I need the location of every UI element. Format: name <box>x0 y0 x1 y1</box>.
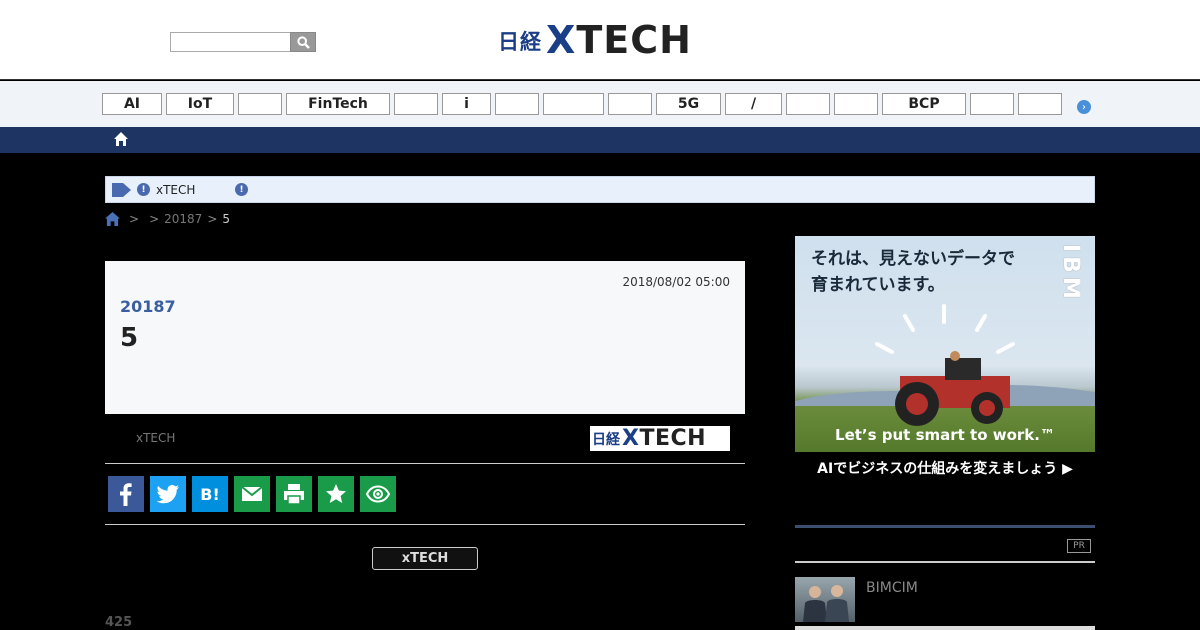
site-header: 日経 XTECH <box>0 0 1200 80</box>
category-tab[interactable] <box>543 93 604 115</box>
printer-icon <box>284 484 304 505</box>
search-input[interactable] <box>170 32 290 52</box>
home-bar <box>0 127 1200 153</box>
category-tab[interactable] <box>608 93 652 115</box>
chevron-right-icon[interactable]: › <box>1077 100 1091 114</box>
sidebar-item-title[interactable]: BIMCIM <box>866 580 918 596</box>
twitter-icon <box>156 485 179 504</box>
print-button[interactable] <box>276 476 312 512</box>
divider <box>105 524 745 525</box>
breadcrumb-separator: > <box>129 212 140 226</box>
advertisement-banner[interactable]: それは、見えないデータで 育まれています。 IBM Let’s put smar… <box>795 236 1095 486</box>
category-tab[interactable] <box>786 93 830 115</box>
category-tab[interactable] <box>970 93 1014 115</box>
twitter-share-button[interactable] <box>150 476 186 512</box>
facebook-icon <box>120 483 132 506</box>
category-tab[interactable]: IoT <box>166 93 234 115</box>
people-photo <box>803 585 849 622</box>
notice-bar: ! xTECH ! <box>105 176 1095 203</box>
star-icon <box>326 484 346 503</box>
category-tab[interactable]: AI <box>102 93 162 115</box>
email-share-button[interactable] <box>234 476 270 512</box>
article-count: 425 <box>105 615 133 630</box>
site-logo[interactable]: 日経 XTECH <box>498 18 692 60</box>
logo-xtech-text: XTECH <box>546 18 692 62</box>
article-date: 2018/08/02 05:00 <box>622 275 730 289</box>
ad-brand-logo: IBM <box>1058 244 1083 303</box>
search-icon <box>296 35 310 49</box>
pr-badge: PR <box>1067 539 1091 553</box>
sidebar-divider <box>795 525 1095 528</box>
sidebar-thumbnail[interactable] <box>795 577 855 622</box>
category-tab[interactable] <box>495 93 539 115</box>
article-header-card: 2018/08/02 05:00 20187 5 <box>105 261 745 414</box>
favorite-button[interactable] <box>318 476 354 512</box>
category-tab[interactable] <box>834 93 878 115</box>
eye-icon <box>366 485 390 503</box>
ad-cta[interactable]: AIでビジネスの仕組みを変えましょう ▶ <box>795 458 1095 478</box>
notice-text[interactable]: xTECH <box>156 183 195 197</box>
search-button[interactable] <box>290 32 316 52</box>
ad-headline: それは、見えないデータで 育まれています。 <box>811 249 1015 295</box>
article-kicker: 20187 <box>120 297 176 316</box>
xtech-button[interactable]: xTECH <box>372 547 478 570</box>
breadcrumb-separator: > <box>149 212 160 226</box>
category-nav: AI IoT FinTech i 5G / BCP <box>0 81 1200 127</box>
breadcrumb-link[interactable]: 20187 <box>164 212 202 226</box>
category-tab[interactable]: i <box>442 93 491 115</box>
mail-icon <box>241 486 263 501</box>
breadcrumb-current: 5 <box>222 212 231 226</box>
logo-jp-text: 日経 <box>498 30 542 54</box>
category-tab[interactable]: FinTech <box>286 93 390 115</box>
sidebar-divider <box>795 561 1095 563</box>
watch-button[interactable] <box>360 476 396 512</box>
source-label: xTECH <box>136 431 176 445</box>
hatena-bookmark-button[interactable]: B! <box>192 476 228 512</box>
arrow-tag-icon <box>112 183 131 197</box>
breadcrumb: > > 20187 > 5 <box>105 211 230 227</box>
category-tab[interactable] <box>1018 93 1062 115</box>
alert-icon: ! <box>137 183 150 196</box>
sidebar-divider <box>795 626 1095 630</box>
facebook-share-button[interactable] <box>108 476 144 512</box>
category-tab[interactable]: BCP <box>882 93 966 115</box>
ad-slogan: Let’s put smart to work.™ <box>835 426 1055 444</box>
divider <box>105 463 745 464</box>
source-logo: 日経 XTECH <box>590 426 730 451</box>
breadcrumb-separator: > <box>207 212 218 226</box>
article-title: 5 <box>120 323 139 353</box>
home-icon[interactable] <box>113 131 129 147</box>
category-tab[interactable]: / <box>725 93 782 115</box>
search-box <box>170 32 316 52</box>
home-icon[interactable] <box>105 212 120 226</box>
category-tab[interactable] <box>238 93 282 115</box>
category-tab[interactable]: 5G <box>656 93 721 115</box>
category-tab[interactable] <box>394 93 438 115</box>
alert-icon: ! <box>235 183 248 196</box>
